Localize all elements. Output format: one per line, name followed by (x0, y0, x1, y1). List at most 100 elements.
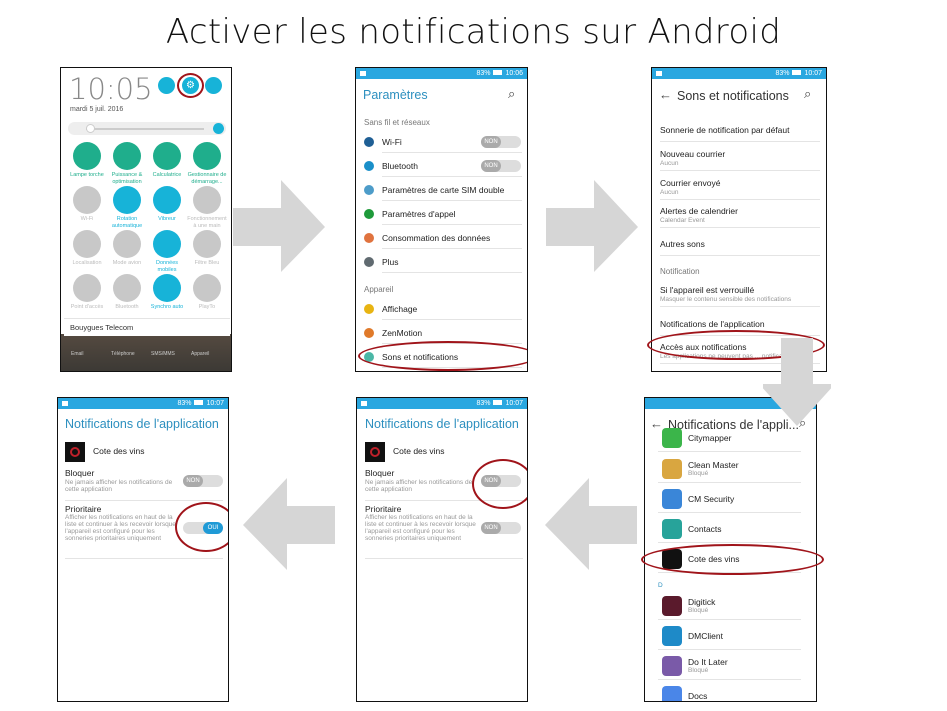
quick-tile-mode-avion[interactable]: Mode avion (107, 230, 147, 267)
brightness-slider[interactable] (68, 122, 226, 135)
status-clock: 10:07 (505, 400, 523, 407)
settings-item-icon (364, 233, 374, 243)
dock-app-label[interactable]: SMS/MMS (151, 351, 175, 357)
sound-setting-subtitle: Masquer le contenu sensible des notifica… (660, 296, 792, 303)
cast-icon (193, 274, 221, 302)
app-list-item[interactable]: DMClient (688, 631, 723, 641)
quick-tile-point-d-acc-s[interactable]: Point d'accès (67, 274, 107, 311)
settings-item-consommation-des-donn-es[interactable]: Consommation des données (382, 233, 490, 243)
priority-description: Afficher les notifications en haut de la… (365, 514, 476, 542)
search-icon[interactable]: ⌕ (804, 86, 811, 102)
sound-setting-item[interactable]: Autres sons (660, 239, 705, 249)
quick-tile-fonctionnement-une-main[interactable]: Fonctionnement à une main (187, 186, 227, 229)
app-status: Bloqué (688, 667, 709, 674)
app-list-item[interactable]: Docs (688, 691, 707, 701)
dock-app-label[interactable]: Téléphone (111, 351, 135, 357)
priority-label: Prioritaire (65, 504, 102, 514)
sound-setting-item[interactable]: Sonnerie de notification par défaut (660, 125, 789, 135)
edit-icon[interactable] (158, 77, 175, 94)
quick-tile-playto[interactable]: PlayTo (187, 274, 227, 311)
flashlight-icon (73, 142, 101, 170)
tile-label: Filtre Bleu (194, 260, 220, 266)
sounds-notifications-screen: 83% 10:07 ← Sons et notifications ⌕ Notif… (651, 67, 827, 372)
app-detail-screen-priority: 83% 10:07 Notifications de l'application … (57, 397, 229, 702)
sound-setting-item[interactable]: Notifications de l'application (660, 319, 765, 329)
quick-tile-localisation[interactable]: Localisation (67, 230, 107, 267)
quick-tile-puissance-optimisation[interactable]: Puissance & optimisation (107, 142, 147, 185)
dock-app-label[interactable]: Email (71, 351, 84, 357)
rotation-icon (113, 186, 141, 214)
settings-item-icon (364, 304, 374, 314)
battery-level: 83% (476, 400, 491, 407)
sync-icon (153, 274, 181, 302)
dock-app-label[interactable]: Appareil (191, 351, 209, 357)
quick-tile-calculatrice[interactable]: Calculatrice (147, 142, 187, 179)
divider (660, 199, 820, 200)
cote-des-vins-app-icon (365, 442, 385, 462)
settings-item-icon (364, 328, 374, 338)
app-list-item[interactable]: Contacts (688, 524, 722, 534)
quick-tile-rotation-automatique[interactable]: Rotation automatique (107, 186, 147, 229)
sound-setting-subtitle: Aucun (660, 189, 679, 196)
sound-setting-item[interactable]: Si l'appareil est verrouillé (660, 285, 754, 295)
eye-icon (193, 230, 221, 258)
tile-label: Fonctionnement à une main (187, 216, 227, 229)
vibrate-icon (153, 186, 181, 214)
app-list-item[interactable]: CM Security (688, 494, 734, 504)
block-label: Bloquer (365, 468, 395, 478)
quick-tile-donn-es-mobiles[interactable]: Données mobiles (147, 230, 187, 273)
app-name: Cote des vins (93, 446, 145, 456)
priority-toggle[interactable]: NON (481, 522, 521, 534)
user-avatar-icon[interactable] (205, 77, 222, 94)
screen-title: Notifications de l'application (365, 417, 519, 431)
settings-item-icon (364, 257, 374, 267)
toggle-switch[interactable]: NON (481, 160, 521, 172)
app-list-item[interactable]: Do It Later (688, 657, 728, 667)
highlight-circle (472, 459, 527, 509)
quick-tile-lampe-torche[interactable]: Lampe torche (67, 142, 107, 179)
divider (382, 272, 522, 273)
block-description: Ne jamais afficher les notifications de … (365, 479, 473, 493)
settings-item-affichage[interactable]: Affichage (382, 304, 417, 314)
sound-setting-item[interactable]: Nouveau courrier (660, 149, 725, 159)
toggle-switch[interactable]: NON (481, 136, 521, 148)
settings-item-param-tres-de-carte-sim-double[interactable]: Paramètres de carte SIM double (382, 185, 504, 195)
cote-des-vins-app-icon (65, 442, 85, 462)
app-list-item[interactable]: Clean Master (688, 460, 739, 470)
quick-tile-vibreur[interactable]: Vibreur (147, 186, 187, 223)
back-arrow-icon[interactable]: ← (650, 416, 663, 431)
quick-tile-wi-fi[interactable]: Wi-Fi (67, 186, 107, 223)
app-list-item[interactable]: Citymapper (688, 433, 731, 443)
quick-tile-synchro-auto[interactable]: Synchro auto (147, 274, 187, 311)
sound-setting-item[interactable]: Alertes de calendrier (660, 206, 738, 216)
settings-item-zenmotion[interactable]: ZenMotion (382, 328, 422, 338)
one-hand-icon (193, 186, 221, 214)
settings-item-bluetooth[interactable]: Bluetooth (382, 161, 418, 171)
highlight-circle (177, 73, 204, 98)
priority-description: Afficher les notifications en haut de la… (65, 514, 176, 542)
quick-tile-filtre-bleu[interactable]: Filtre Bleu (187, 230, 227, 267)
sound-setting-item[interactable]: Courrier envoyé (660, 178, 720, 188)
settings-item-param-tres-d-appel[interactable]: Paramètres d'appel (382, 209, 455, 219)
divider (658, 649, 801, 650)
divider (382, 176, 522, 177)
search-icon[interactable]: ⌕ (508, 86, 515, 102)
app-icon-docs (662, 686, 682, 701)
section-header: Appareil (364, 285, 394, 294)
app-list-item[interactable]: Digitick (688, 597, 715, 607)
quick-tile-gestionnaire-de-d-marrage-[interactable]: Gestionnaire de démarrage... (187, 142, 227, 185)
back-arrow-icon[interactable]: ← (659, 87, 672, 102)
date: mardi 5 juil. 2016 (70, 106, 124, 113)
settings-item-plus[interactable]: Plus (382, 257, 399, 267)
sound-setting-subtitle: Aucun (660, 160, 679, 167)
settings-item-wi-fi[interactable]: Wi-Fi (382, 137, 402, 147)
sound-setting-subtitle: Calendar Event (660, 217, 705, 224)
app-icon-clean-master (662, 459, 682, 479)
tile-label: Wi-Fi (80, 216, 94, 222)
block-toggle[interactable]: NON (183, 475, 223, 487)
screen-title: Notifications de l'application (65, 417, 219, 431)
quick-tile-bluetooth[interactable]: Bluetooth (107, 274, 147, 311)
settings-item-icon (364, 161, 374, 171)
page-title: Activer les notifications sur Android (165, 12, 782, 52)
battery-level: 83% (177, 400, 192, 407)
